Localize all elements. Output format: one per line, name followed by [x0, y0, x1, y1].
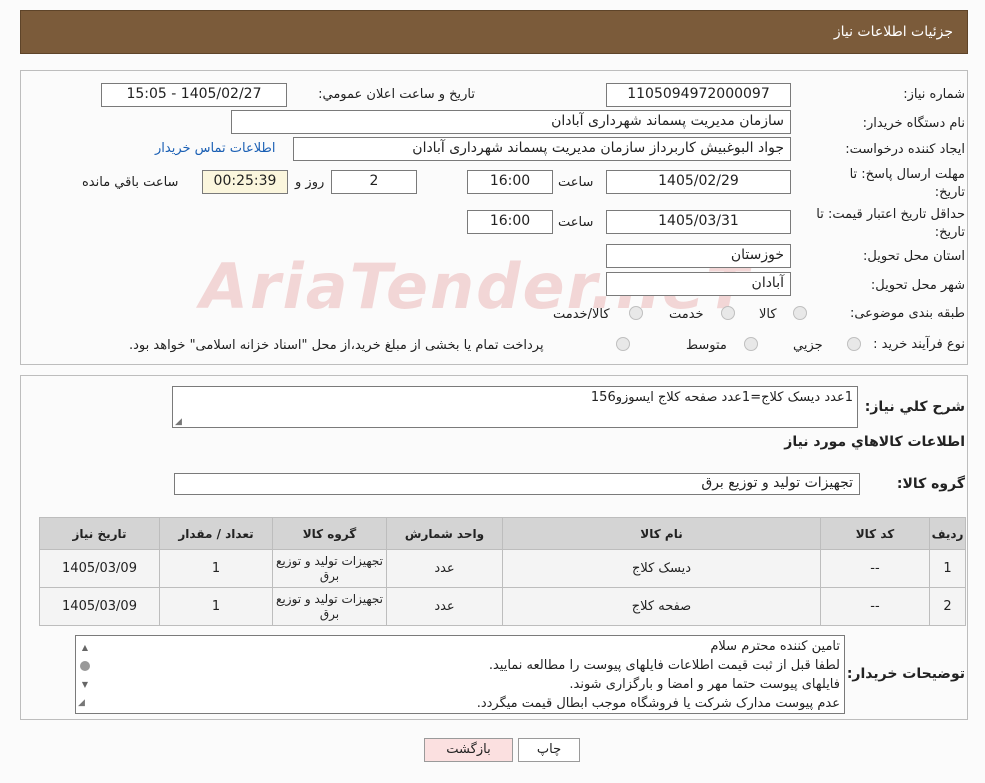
deadline-label: مهلت ارسال پاسخ: تا تاریخ: — [849, 167, 965, 200]
page-header: جزئیات اطلاعات نیاز — [20, 10, 968, 54]
process-radio-treasury[interactable] — [616, 337, 630, 351]
summary-textarea[interactable]: 1عدد دیسک کلاج=1عدد صفحه کلاج ایسوزو156 … — [172, 386, 858, 428]
validity-time-field: 16:00 — [467, 210, 553, 234]
cell-name: دیسک کلاج — [502, 549, 821, 588]
province-field: خوزستان — [606, 244, 791, 268]
goods-table: ردیف کد کالا نام کالا واحد شمارش گروه کا… — [39, 517, 966, 626]
cell-name: صفحه کلاج — [502, 587, 821, 626]
category-option-goods: کالا — [759, 307, 777, 322]
need-number-field: 1105094972000097 — [606, 83, 791, 107]
col-header-row-number: ردیف — [929, 517, 966, 550]
page-title: جزئیات اطلاعات نیاز — [833, 24, 953, 40]
cell-row-number: 2 — [929, 587, 966, 626]
validity-hour-label: ساعت — [558, 215, 594, 230]
buyer-notes-label: توضیحات خریدار: — [846, 666, 965, 682]
buyer-notes-textarea[interactable]: تامین کننده محترم سلام لطفا قبل از ثبت ق… — [75, 635, 845, 714]
days-field: 2 — [331, 170, 417, 194]
category-radio-goods[interactable] — [793, 306, 807, 320]
announce-label: تاریخ و ساعت اعلان عمومي: — [318, 87, 475, 102]
city-label: شهر محل تحویل: — [870, 278, 965, 293]
cell-date: 1405/03/09 — [39, 587, 160, 626]
category-label: طبقه بندی موضوعی: — [849, 306, 965, 321]
cell-group: تجهیزات تولید و توزیع برق — [272, 549, 387, 588]
buyer-notes-line: عدم پیوست مدارک شرکت یا فروشگاه موجب ابط… — [476, 696, 840, 711]
cell-row-number: 1 — [929, 549, 966, 588]
scroll-thumb[interactable] — [80, 661, 90, 671]
table-row: 1 -- دیسک کلاج عدد تجهیزات تولید و توزیع… — [39, 549, 966, 588]
group-label: گروه کالا: — [896, 476, 965, 492]
deadline-time-field: 16:00 — [467, 170, 553, 194]
scroll-up-icon[interactable]: ▲ — [78, 638, 92, 657]
cell-date: 1405/03/09 — [39, 549, 160, 588]
requester-field: جواد البوغبیش کاربرداز سازمان مدیریت پسم… — [293, 137, 791, 161]
resize-handle-icon[interactable]: ◢ — [175, 417, 182, 427]
remaining-time-field: 00:25:39 — [202, 170, 288, 194]
col-header-group: گروه کالا — [272, 517, 387, 550]
city-field: آبادان — [606, 272, 791, 296]
requester-label: ایجاد کننده درخواست: — [845, 142, 965, 157]
announce-field: 1405/02/27 - 15:05 — [101, 83, 287, 107]
process-note: پرداخت تمام یا بخشی از مبلغ خرید،از محل … — [129, 338, 544, 353]
col-header-code: کد کالا — [820, 517, 930, 550]
table-row: 2 -- صفحه کلاج عدد تجهیزات تولید و توزیع… — [39, 587, 966, 626]
col-header-quantity: تعداد / مقدار — [159, 517, 273, 550]
goods-info-title: اطلاعات کالاهاي مورد نیاز — [784, 434, 965, 450]
print-button[interactable]: چاپ — [518, 738, 580, 762]
process-label: نوع فرآیند خرید : — [873, 337, 965, 352]
col-header-unit: واحد شمارش — [386, 517, 503, 550]
cell-code: -- — [820, 587, 930, 626]
category-radio-service[interactable] — [721, 306, 735, 320]
col-header-date: تاریخ نیاز — [39, 517, 160, 550]
group-field: تجهیزات تولید و توزیع برق — [174, 473, 860, 495]
category-option-goods-service: کالا/خدمت — [553, 307, 610, 322]
province-label: استان محل تحویل: — [863, 249, 965, 264]
days-label: روز و — [295, 175, 325, 190]
buyer-org-field: سازمان مدیریت پسماند شهرداری آبادان — [231, 110, 791, 134]
cell-code: -- — [820, 549, 930, 588]
category-radio-goods-service[interactable] — [629, 306, 643, 320]
need-number-label: شماره نیاز: — [903, 87, 965, 102]
validity-label: حداقل تاریخ اعتبار قیمت: تا تاریخ: — [816, 207, 965, 240]
validity-date-field: 1405/03/31 — [606, 210, 791, 234]
deadline-hour-label: ساعت — [558, 175, 594, 190]
process-radio-medium[interactable] — [744, 337, 758, 351]
summary-label: شرح کلي نیاز: — [864, 399, 965, 415]
process-option-medium: متوسط — [686, 338, 727, 353]
scroll-down-icon[interactable]: ▼ — [78, 675, 92, 694]
cell-quantity: 1 — [159, 587, 273, 626]
process-option-minor: جزیي — [793, 338, 823, 353]
buyer-notes-line: فایلهای پیوست حتما مهر و امضا و بارگزاری… — [569, 677, 840, 692]
table-header-row: ردیف کد کالا نام کالا واحد شمارش گروه کا… — [39, 517, 966, 550]
cell-unit: عدد — [386, 549, 503, 588]
remaining-label: ساعت باقي مانده — [82, 175, 179, 190]
col-header-name: نام کالا — [502, 517, 821, 550]
cell-group: تجهیزات تولید و توزیع برق — [272, 587, 387, 626]
buyer-notes-line: تامین کننده محترم سلام — [710, 639, 840, 654]
cell-unit: عدد — [386, 587, 503, 626]
back-button[interactable]: بازگشت — [424, 738, 513, 762]
category-option-service: خدمت — [669, 307, 704, 322]
process-radio-minor[interactable] — [847, 337, 861, 351]
contact-buyer-link[interactable]: اطلاعات تماس خریدار — [155, 141, 275, 156]
deadline-date-field: 1405/02/29 — [606, 170, 791, 194]
buyer-notes-line: لطفا قبل از ثبت قیمت اطلاعات فایلهای پیو… — [488, 658, 840, 673]
summary-text: 1عدد دیسک کلاج=1عدد صفحه کلاج ایسوزو156 — [590, 390, 853, 405]
cell-quantity: 1 — [159, 549, 273, 588]
resize-handle-icon[interactable]: ◢ — [78, 694, 85, 713]
buyer-org-label: نام دستگاه خریدار: — [862, 116, 965, 131]
